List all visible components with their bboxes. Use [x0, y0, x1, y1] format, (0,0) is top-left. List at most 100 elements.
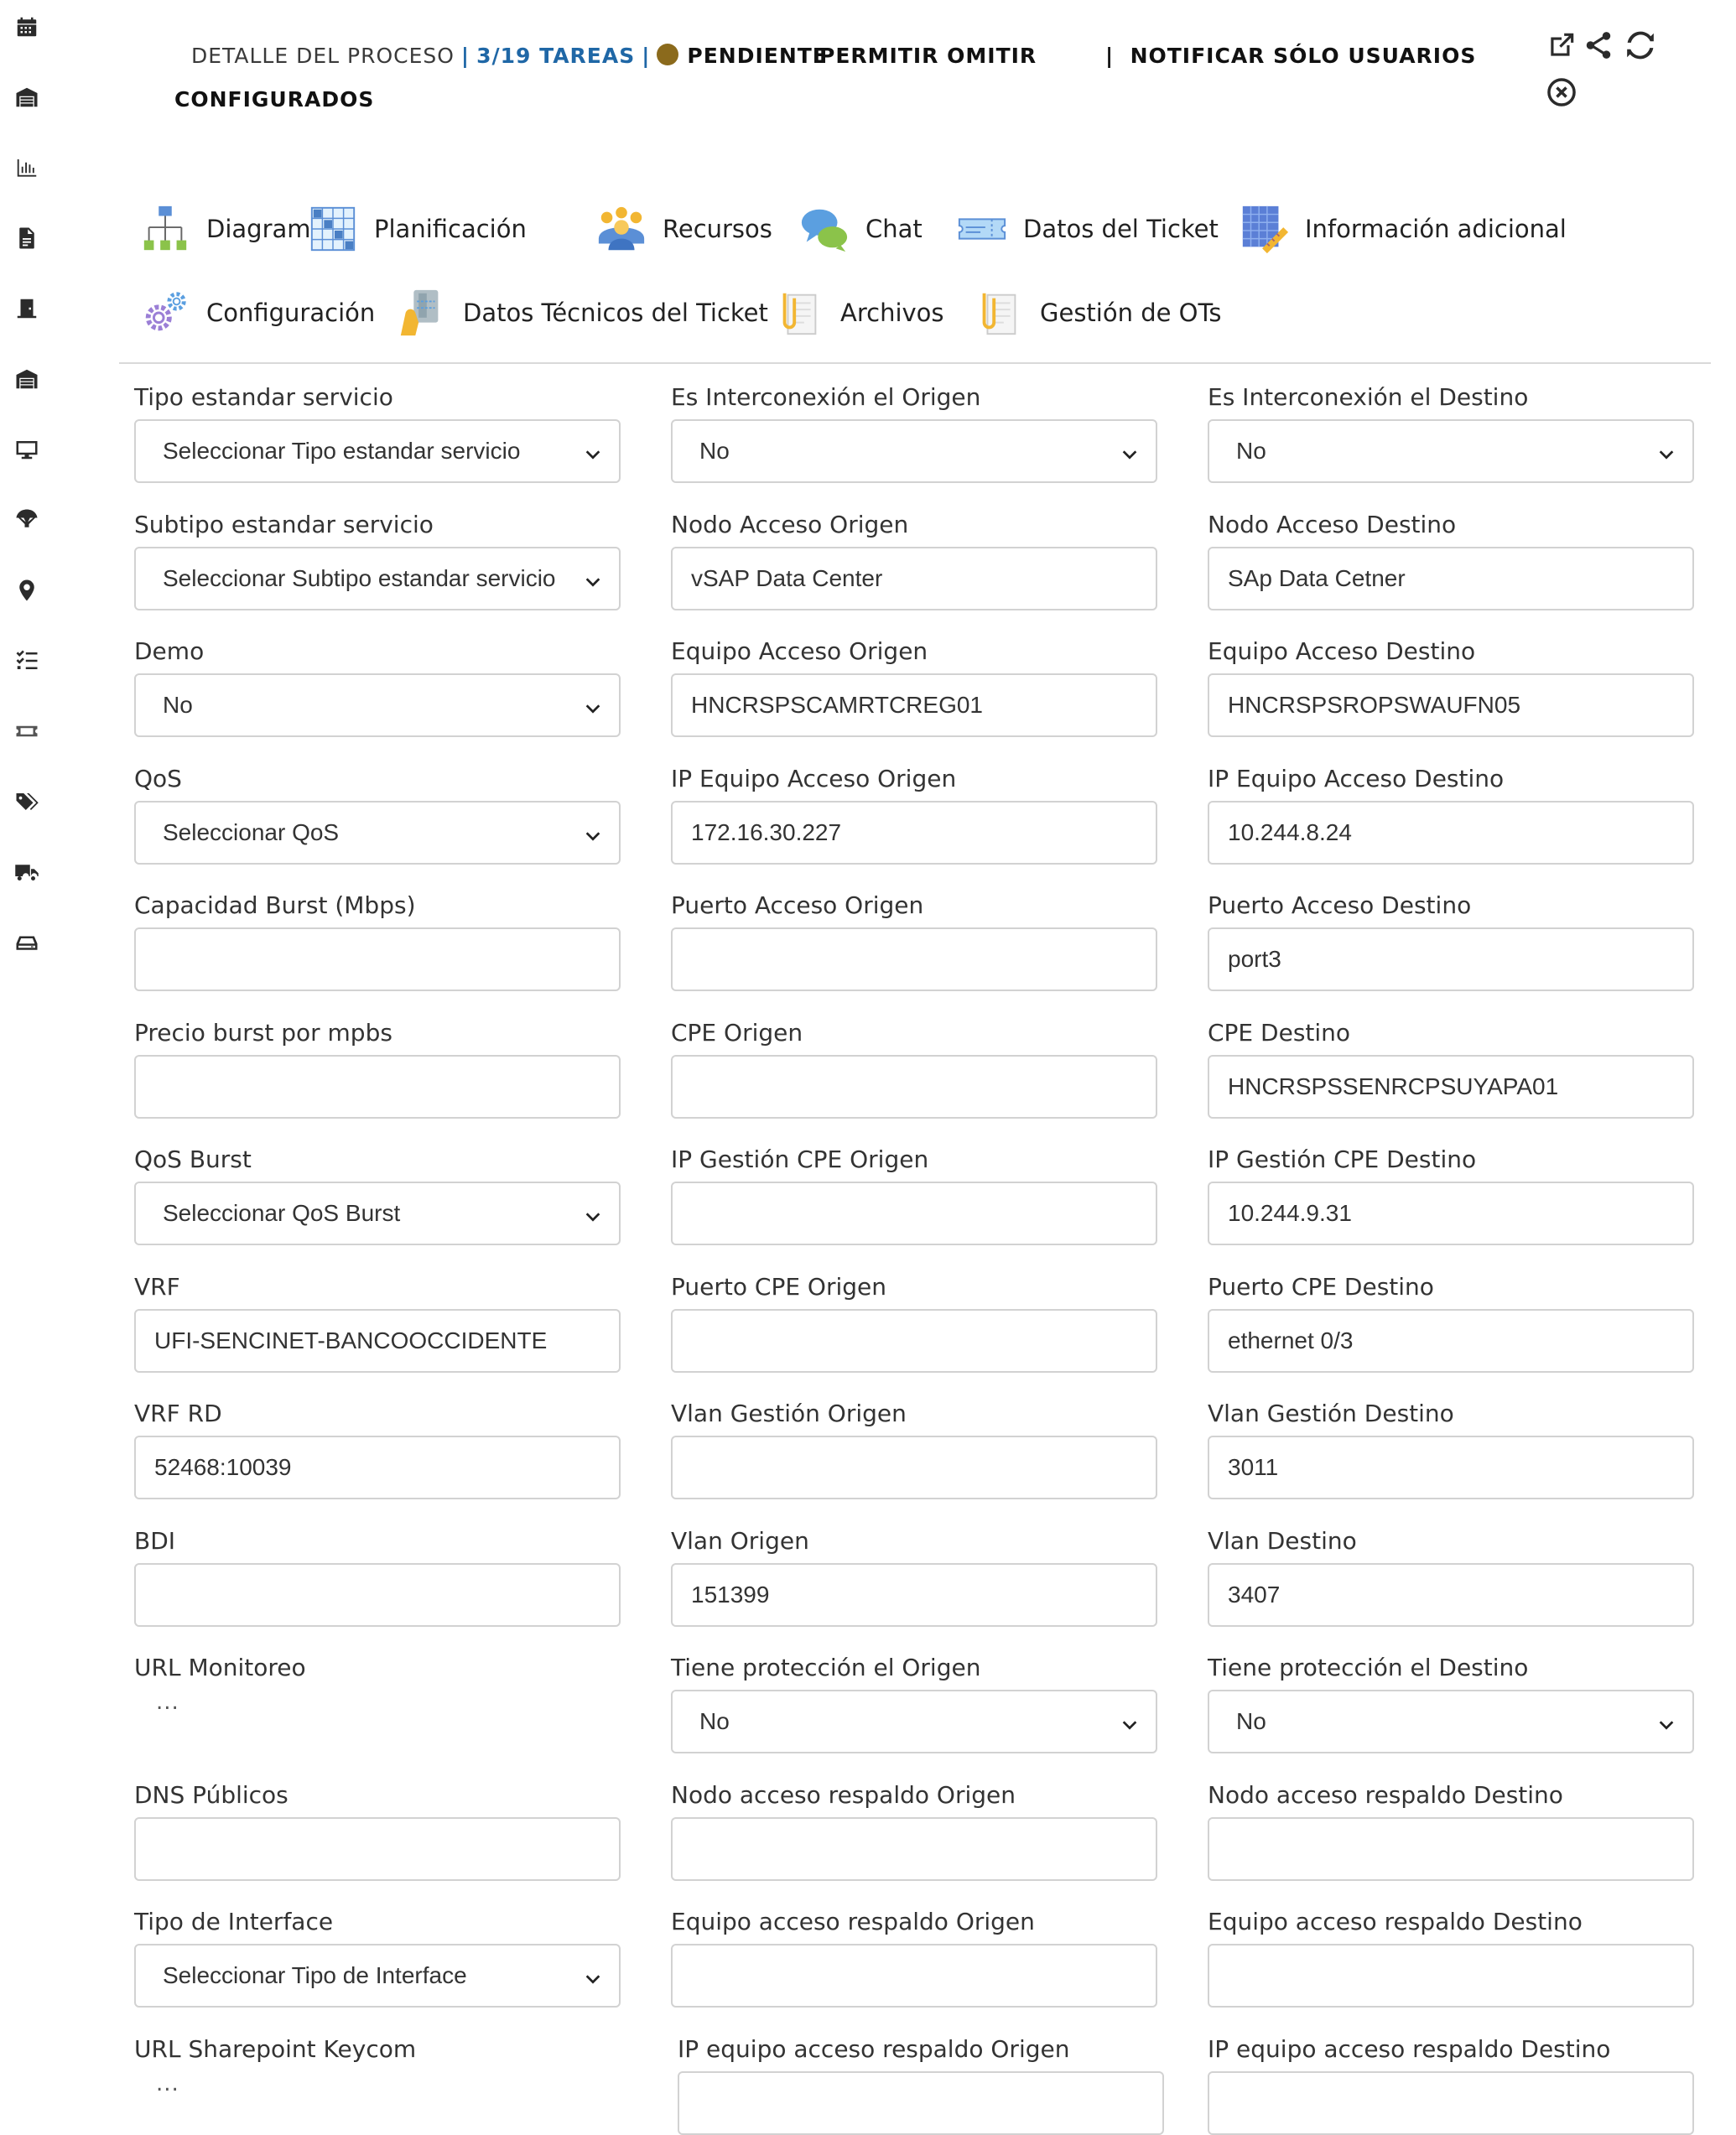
tab-technical-data[interactable]: Datos Técnicos del Ticket — [396, 283, 768, 342]
ip-gestion-cpe-origen-input[interactable] — [671, 1182, 1157, 1245]
field-label: Puerto Acceso Destino — [1208, 891, 1472, 919]
nodo-acceso-respaldo-destino-input[interactable] — [1208, 1817, 1694, 1881]
es-interconexion-el-destino-select[interactable]: No — [1208, 419, 1694, 483]
field-label: QoS Burst — [134, 1145, 252, 1173]
field-puerto-acceso-origen: Puerto Acceso Origen — [671, 887, 1157, 991]
cpe-origen-input[interactable] — [671, 1055, 1157, 1119]
sidebar-item-documents[interactable] — [13, 225, 40, 252]
equipo-acceso-respaldo-origen-input[interactable] — [671, 1944, 1157, 2008]
field-label: Precio burst por mpbs — [134, 1019, 392, 1047]
close-button[interactable] — [1543, 74, 1580, 111]
url-sharepoint-keycom-link[interactable]: ... — [134, 2071, 621, 2096]
sidebar-item-reports[interactable] — [13, 154, 40, 181]
tab-files[interactable]: Archivos — [773, 283, 944, 342]
tab-settings[interactable]: Configuración — [139, 283, 375, 342]
field-label: DNS Públicos — [134, 1781, 288, 1809]
puerto-acceso-destino-input[interactable]: port3 — [1208, 927, 1694, 991]
sidebar-item-location[interactable] — [13, 577, 40, 604]
nodo-acceso-origen-input[interactable]: vSAP Data Center — [671, 547, 1157, 610]
demo-select[interactable]: No — [134, 673, 621, 737]
ip-equipo-acceso-destino-input[interactable]: 10.244.8.24 — [1208, 801, 1694, 865]
field-qos: QoS Seleccionar QoS — [134, 761, 621, 865]
qos-select[interactable]: Seleccionar QoS — [134, 801, 621, 865]
sidebar-item-ticket[interactable] — [13, 718, 40, 745]
nodo-acceso-destino-input[interactable]: SAp Data Cetner — [1208, 547, 1694, 610]
open-external-button[interactable] — [1543, 27, 1580, 64]
vrf-input[interactable]: UFI-SENCINET-BANCOOCCIDENTE — [134, 1309, 621, 1373]
planning-icon — [307, 203, 359, 255]
vlan-gestion-origen-input[interactable] — [671, 1436, 1157, 1499]
capacidad-burst-mbps-input[interactable] — [134, 927, 621, 991]
cpe-destino-input[interactable]: HNCRSPSSENRCPSUYAPA01 — [1208, 1055, 1694, 1119]
qos-burst-select[interactable]: Seleccionar QoS Burst — [134, 1182, 621, 1245]
tab-additional-info[interactable]: Información adicional — [1238, 200, 1567, 258]
tiene-proteccion-el-origen-select[interactable]: No — [671, 1690, 1157, 1753]
field-label: IP Equipo Acceso Destino — [1208, 765, 1505, 792]
vlan-destino-input[interactable]: 3407 — [1208, 1563, 1694, 1627]
field-label: Es Interconexión el Destino — [1208, 383, 1529, 411]
field-value: HNCRSPSROPSWAUFN05 — [1228, 692, 1521, 718]
tiene-proteccion-el-destino-select[interactable]: No — [1208, 1690, 1694, 1753]
dns-publicos-input[interactable] — [134, 1817, 621, 1881]
tab-ticket-data[interactable]: Datos del Ticket — [956, 200, 1219, 258]
ip-equipo-acceso-origen-input[interactable]: 172.16.30.227 — [671, 801, 1157, 865]
tab-label: Configuración — [206, 299, 376, 327]
field-label: Tiene protección el Destino — [1208, 1654, 1529, 1681]
ip-gestion-cpe-destino-input[interactable]: 10.244.9.31 — [1208, 1182, 1694, 1245]
tab-planning[interactable]: Planificación — [307, 200, 527, 258]
allow-skip-toggle[interactable]: PERMITIR OMITIR — [819, 34, 1037, 79]
sidebar-item-monitor[interactable] — [13, 436, 40, 463]
url-monitoreo-link[interactable]: ... — [134, 1690, 621, 1715]
field-value: port3 — [1228, 946, 1281, 972]
field-value: Seleccionar Tipo estandar servicio — [163, 438, 521, 464]
sidebar-item-warehouse-2[interactable] — [13, 366, 40, 392]
equipo-acceso-destino-input[interactable]: HNCRSPSROPSWAUFN05 — [1208, 673, 1694, 737]
field-vrf: VRF UFI-SENCINET-BANCOOCCIDENTE — [134, 1269, 621, 1373]
tab-diagram[interactable]: Diagrama — [139, 200, 325, 258]
es-interconexion-el-origen-select[interactable]: No — [671, 419, 1157, 483]
sidebar-item-storage[interactable] — [13, 929, 40, 956]
puerto-acceso-origen-input[interactable] — [671, 927, 1157, 991]
vlan-origen-input[interactable]: 151399 — [671, 1563, 1157, 1627]
subtipo-estandar-servicio-select[interactable]: Seleccionar Subtipo estandar servicio — [134, 547, 621, 610]
sidebar-item-warehouse[interactable] — [13, 84, 40, 111]
equipo-acceso-respaldo-destino-input[interactable] — [1208, 1944, 1694, 2008]
tasks-counter[interactable]: 3/19 TAREAS — [476, 44, 635, 68]
puerto-cpe-destino-input[interactable]: ethernet 0/3 — [1208, 1309, 1694, 1373]
tipo-estandar-servicio-select[interactable]: Seleccionar Tipo estandar servicio — [134, 419, 621, 483]
equipo-acceso-origen-input[interactable]: HNCRSPSCAMRTCREG01 — [671, 673, 1157, 737]
sidebar-item-tasks[interactable] — [13, 647, 40, 674]
sidebar-item-calendar[interactable] — [13, 13, 40, 40]
sidebar-item-tags[interactable] — [13, 788, 40, 815]
ip-equipo-acceso-respaldo-origen-input[interactable] — [678, 2071, 1164, 2135]
refresh-button[interactable] — [1622, 27, 1659, 64]
map-marker-icon — [19, 579, 34, 601]
field-label: Demo — [134, 637, 205, 665]
vlan-gestion-destino-input[interactable]: 3011 — [1208, 1436, 1694, 1499]
sidebar-item-parachute[interactable] — [13, 506, 40, 533]
tab-work-orders[interactable]: Gestión de OTs — [973, 283, 1222, 342]
precio-burst-por-mpbs-input[interactable] — [134, 1055, 621, 1119]
puerto-cpe-origen-input[interactable] — [671, 1309, 1157, 1373]
vrf-rd-input[interactable]: 52468:10039 — [134, 1436, 621, 1499]
field-label: QoS — [134, 765, 182, 792]
sidebar-item-delivery[interactable] — [13, 859, 40, 886]
field-value: 10.244.9.31 — [1228, 1200, 1352, 1226]
share-button[interactable] — [1580, 27, 1617, 64]
tipo-de-interface-select[interactable]: Seleccionar Tipo de Interface — [134, 1944, 621, 2008]
door-icon — [17, 299, 37, 319]
settings-gears-icon — [139, 287, 191, 339]
tab-chat[interactable]: Chat — [798, 200, 923, 258]
chevron-down-icon — [584, 697, 602, 715]
field-capacidad-burst-mbps: Capacidad Burst (Mbps) — [134, 887, 621, 991]
notify-configured-users-toggle[interactable]: | NOTIFICAR SÓLO USUARIOS — [1105, 34, 1476, 79]
field-label: Nodo acceso respaldo Destino — [1208, 1781, 1563, 1809]
field-ip-gestion-cpe-origen: IP Gestión CPE Origen — [671, 1141, 1157, 1245]
bdi-input[interactable] — [134, 1563, 621, 1627]
nodo-acceso-respaldo-origen-input[interactable] — [671, 1817, 1157, 1881]
tab-resources[interactable]: Recursos — [595, 200, 772, 258]
ip-equipo-acceso-respaldo-destino-input[interactable] — [1208, 2071, 1694, 2135]
tags-icon — [16, 793, 39, 810]
chevron-down-icon — [584, 1967, 602, 1986]
sidebar-item-door[interactable] — [13, 295, 40, 322]
